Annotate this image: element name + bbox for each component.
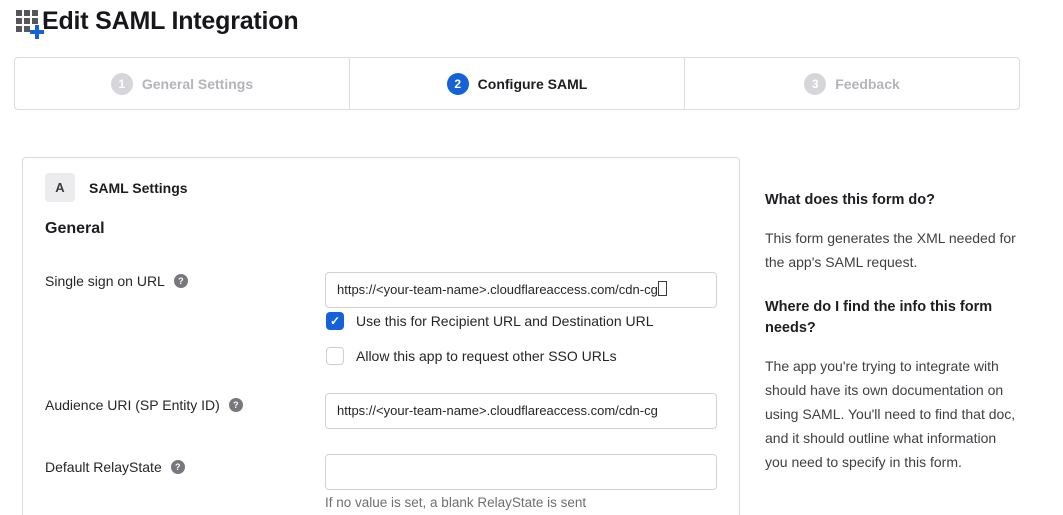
other-sso-checkbox-label: Allow this app to request other SSO URLs <box>356 348 617 364</box>
recipient-url-checkbox-label: Use this for Recipient URL and Destinati… <box>356 313 654 329</box>
step-label: General Settings <box>142 76 253 92</box>
plus-icon <box>30 25 44 39</box>
help-heading: Where do I find the info this form needs… <box>765 297 1017 339</box>
relay-state-input[interactable] <box>325 454 717 490</box>
step-number-badge: 2 <box>447 73 469 95</box>
sso-url-input[interactable]: https://<your-team-name>.cloudflareacces… <box>325 272 717 308</box>
page-header: Edit SAML Integration <box>16 7 298 36</box>
step-number-badge: 1 <box>111 73 133 95</box>
help-sidebar: What does this form do? This form genera… <box>765 190 1017 474</box>
section-title: SAML Settings <box>89 180 188 196</box>
sso-url-label-text: Single sign on URL <box>45 273 165 289</box>
relay-state-label-text: Default RelayState <box>45 459 162 475</box>
help-icon[interactable]: ? <box>171 460 185 474</box>
sso-url-label: Single sign on URL ? <box>45 273 188 289</box>
help-section-what: What does this form do? This form genera… <box>765 190 1017 274</box>
text-cursor <box>658 281 667 296</box>
audience-uri-label: Audience URI (SP Entity ID) ? <box>45 397 243 413</box>
audience-uri-label-text: Audience URI (SP Entity ID) <box>45 397 220 413</box>
group-title-general: General <box>45 220 105 238</box>
sso-url-value: https://<your-team-name>.cloudflareacces… <box>337 282 658 297</box>
recipient-url-checkbox-row[interactable]: ✓ Use this for Recipient URL and Destina… <box>326 312 654 330</box>
help-icon[interactable]: ? <box>229 398 243 412</box>
audience-uri-input[interactable]: https://<your-team-name>.cloudflareacces… <box>325 393 717 429</box>
step-number-badge: 3 <box>804 73 826 95</box>
section-badge: A <box>45 173 75 202</box>
help-icon[interactable]: ? <box>174 274 188 288</box>
step-general-settings[interactable]: 1 General Settings <box>15 58 349 109</box>
help-body: This form generates the XML needed for t… <box>765 226 1017 274</box>
other-sso-checkbox-row[interactable]: Allow this app to request other SSO URLs <box>326 347 617 365</box>
relay-state-label: Default RelayState ? <box>45 459 185 475</box>
step-label: Configure SAML <box>478 76 588 92</box>
help-section-where: Where do I find the info this form needs… <box>765 297 1017 474</box>
wizard-stepper: 1 General Settings 2 Configure SAML 3 Fe… <box>14 57 1020 110</box>
relay-state-hint: If no value is set, a blank RelayState i… <box>325 495 586 510</box>
app-add-icon <box>16 10 40 34</box>
page-title: Edit SAML Integration <box>42 7 298 36</box>
help-body: The app you're trying to integrate with … <box>765 354 1017 474</box>
help-heading: What does this form do? <box>765 190 1017 211</box>
audience-uri-value: https://<your-team-name>.cloudflareacces… <box>337 403 658 418</box>
checkbox-checked-icon[interactable]: ✓ <box>326 312 344 330</box>
checkbox-unchecked-icon[interactable] <box>326 347 344 365</box>
step-configure-saml[interactable]: 2 Configure SAML <box>349 58 684 109</box>
step-label: Feedback <box>835 76 900 92</box>
step-feedback[interactable]: 3 Feedback <box>684 58 1019 109</box>
saml-settings-panel: A SAML Settings General Single sign on U… <box>22 157 740 515</box>
